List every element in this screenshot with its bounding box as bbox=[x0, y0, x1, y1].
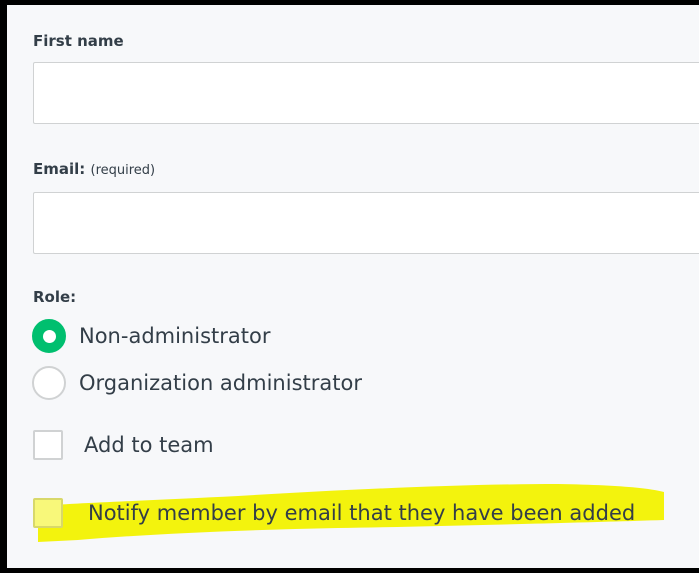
add-to-team-label: Add to team bbox=[84, 433, 214, 457]
add-to-team-checkbox[interactable] bbox=[33, 430, 63, 460]
email-label-text: Email: bbox=[33, 160, 86, 178]
role-option-label: Non-administrator bbox=[79, 324, 271, 348]
notify-member-checkbox[interactable] bbox=[33, 498, 63, 528]
email-label: Email: (required) bbox=[33, 160, 155, 178]
role-label-text: Role: bbox=[33, 288, 77, 306]
add-to-team-checkbox-row[interactable]: Add to team bbox=[33, 430, 214, 460]
radio-selected-icon[interactable] bbox=[32, 319, 66, 353]
notify-member-checkbox-row[interactable]: Notify member by email that they have be… bbox=[33, 498, 635, 528]
role-option-label: Organization administrator bbox=[79, 371, 362, 395]
role-label: Role: bbox=[33, 288, 76, 306]
email-required-hint: (required) bbox=[90, 163, 156, 178]
notify-member-label: Notify member by email that they have be… bbox=[88, 501, 636, 525]
add-member-form: First name Email: (required) Role: Non-a… bbox=[0, 0, 699, 573]
first-name-label: First name bbox=[33, 32, 124, 50]
role-option-non-administrator[interactable]: Non-administrator bbox=[32, 319, 270, 353]
radio-dot bbox=[42, 329, 56, 343]
first-name-input[interactable] bbox=[33, 62, 699, 124]
role-option-organization-administrator[interactable]: Organization administrator bbox=[32, 366, 362, 400]
radio-unselected-icon[interactable] bbox=[32, 366, 66, 400]
first-name-label-text: First name bbox=[33, 32, 124, 50]
email-input[interactable] bbox=[33, 192, 699, 254]
